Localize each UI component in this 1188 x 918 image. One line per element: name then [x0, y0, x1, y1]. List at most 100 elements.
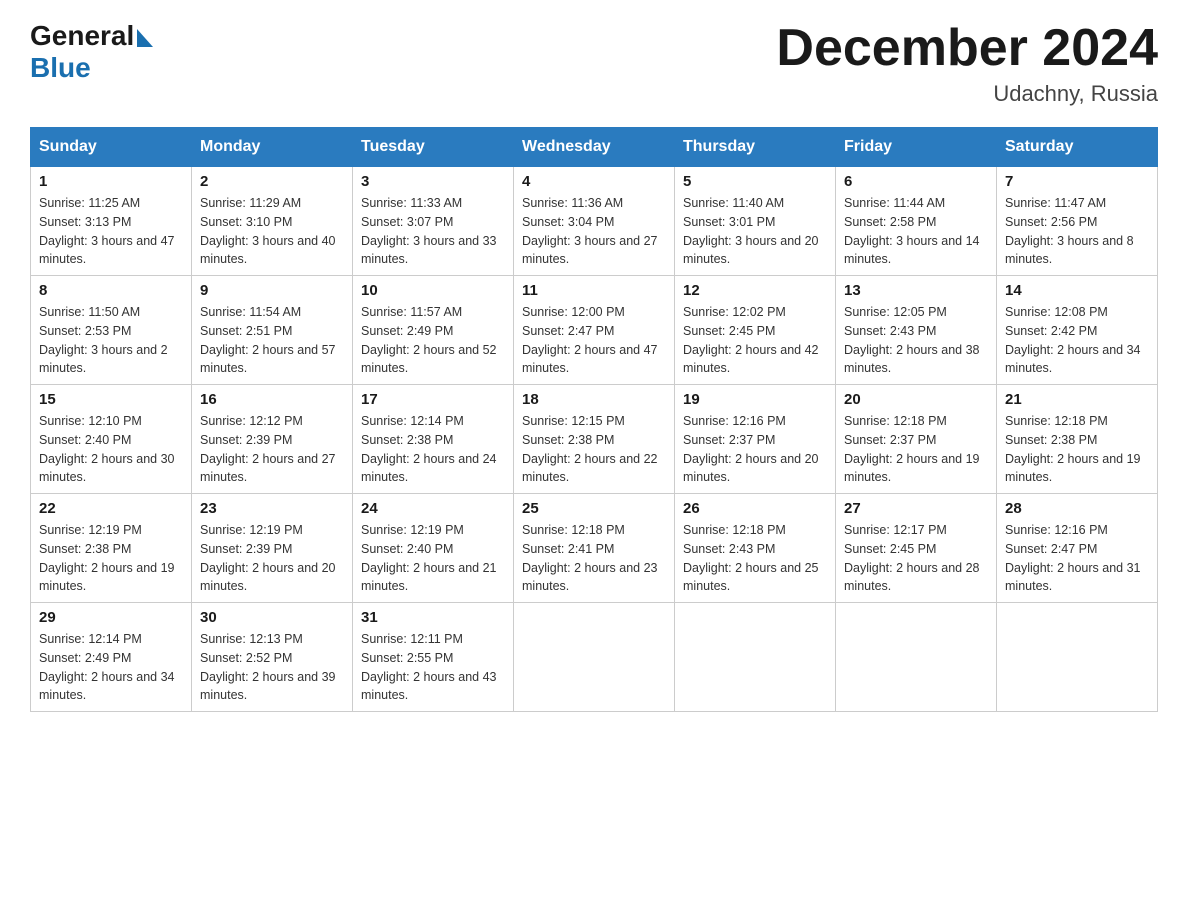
location-subtitle: Udachny, Russia: [776, 81, 1158, 107]
header-day-wednesday: Wednesday: [514, 128, 675, 167]
calendar-cell: 20 Sunrise: 12:18 PMSunset: 2:37 PMDaylig…: [836, 385, 997, 494]
calendar-cell: 4Sunrise: 11:36 AMSunset: 3:04 PMDayligh…: [514, 167, 675, 276]
calendar-cell: 12 Sunrise: 12:02 PMSunset: 2:45 PMDaylig…: [675, 276, 836, 385]
day-number: 1: [39, 173, 183, 190]
day-number: 19: [683, 391, 827, 408]
header-day-tuesday: Tuesday: [353, 128, 514, 167]
day-info: Sunrise: 12:12 PMSunset: 2:39 PMDaylight…: [200, 412, 344, 487]
calendar-cell: 17Sunrise: 12:14 PMSunset: 2:38 PMDaylig…: [353, 385, 514, 494]
day-info: Sunrise: 12:15 PMSunset: 2:38 PMDaylight…: [522, 412, 666, 487]
logo: General Blue: [30, 20, 153, 84]
calendar-cell: 31 Sunrise: 12:11 PMSunset: 2:55 PMDaylig…: [353, 603, 514, 712]
calendar-cell: [675, 603, 836, 712]
calendar-week-5: 29 Sunrise: 12:14 PMSunset: 2:49 PMDaylig…: [31, 603, 1158, 712]
header-day-thursday: Thursday: [675, 128, 836, 167]
day-number: 26: [683, 500, 827, 517]
calendar-cell: 30Sunrise: 12:13 PMSunset: 2:52 PMDaylig…: [192, 603, 353, 712]
calendar-cell: 24 Sunrise: 12:19 PMSunset: 2:40 PMDaylig…: [353, 494, 514, 603]
day-number: 5: [683, 173, 827, 190]
calendar-cell: 7 Sunrise: 11:47 AMSunset: 2:56 PMDayligh…: [997, 167, 1158, 276]
calendar-cell: 25 Sunrise: 12:18 PMSunset: 2:41 PMDaylig…: [514, 494, 675, 603]
day-info: Sunrise: 12:08 PMSunset: 2:42 PMDaylight…: [1005, 303, 1149, 378]
day-info: Sunrise: 12:18 PMSunset: 2:38 PMDaylight…: [1005, 412, 1149, 487]
day-number: 21: [1005, 391, 1149, 408]
day-info: Sunrise: 11:50 AMSunset: 2:53 PMDaylight…: [39, 303, 183, 378]
day-info: Sunrise: 11:40 AMSunset: 3:01 PMDaylight…: [683, 194, 827, 269]
day-info: Sunrise: 12:02 PMSunset: 2:45 PMDaylight…: [683, 303, 827, 378]
day-number: 11: [522, 282, 666, 299]
day-number: 23: [200, 500, 344, 517]
calendar-cell: 2Sunrise: 11:29 AMSunset: 3:10 PMDayligh…: [192, 167, 353, 276]
day-number: 16: [200, 391, 344, 408]
day-info: Sunrise: 12:18 PMSunset: 2:43 PMDaylight…: [683, 521, 827, 596]
day-info: Sunrise: 11:36 AMSunset: 3:04 PMDaylight…: [522, 194, 666, 269]
day-number: 29: [39, 609, 183, 626]
day-number: 15: [39, 391, 183, 408]
calendar-cell: 19 Sunrise: 12:16 PMSunset: 2:37 PMDaylig…: [675, 385, 836, 494]
day-number: 18: [522, 391, 666, 408]
calendar-cell: 13 Sunrise: 12:05 PMSunset: 2:43 PMDaylig…: [836, 276, 997, 385]
day-number: 13: [844, 282, 988, 299]
day-info: Sunrise: 12:00 PMSunset: 2:47 PMDaylight…: [522, 303, 666, 378]
calendar-cell: 23Sunrise: 12:19 PMSunset: 2:39 PMDaylig…: [192, 494, 353, 603]
header-day-sunday: Sunday: [31, 128, 192, 167]
day-number: 14: [1005, 282, 1149, 299]
day-info: Sunrise: 12:18 PMSunset: 2:37 PMDaylight…: [844, 412, 988, 487]
day-number: 24: [361, 500, 505, 517]
day-info: Sunrise: 12:05 PMSunset: 2:43 PMDaylight…: [844, 303, 988, 378]
day-info: Sunrise: 11:33 AMSunset: 3:07 PMDaylight…: [361, 194, 505, 269]
month-title: December 2024: [776, 20, 1158, 77]
day-number: 3: [361, 173, 505, 190]
calendar-cell: [514, 603, 675, 712]
calendar-week-3: 15 Sunrise: 12:10 PMSunset: 2:40 PMDaylig…: [31, 385, 1158, 494]
calendar-cell: 26 Sunrise: 12:18 PMSunset: 2:43 PMDaylig…: [675, 494, 836, 603]
calendar-table: SundayMondayTuesdayWednesdayThursdayFrid…: [30, 127, 1158, 712]
logo-general-text: General: [30, 20, 134, 51]
day-info: Sunrise: 12:11 PMSunset: 2:55 PMDaylight…: [361, 630, 505, 705]
calendar-cell: 16 Sunrise: 12:12 PMSunset: 2:39 PMDaylig…: [192, 385, 353, 494]
calendar-header: SundayMondayTuesdayWednesdayThursdayFrid…: [31, 128, 1158, 167]
calendar-body: 1 Sunrise: 11:25 AMSunset: 3:13 PMDayligh…: [31, 167, 1158, 712]
day-info: Sunrise: 12:13 PMSunset: 2:52 PMDaylight…: [200, 630, 344, 705]
calendar-week-2: 8 Sunrise: 11:50 AMSunset: 2:53 PMDayligh…: [31, 276, 1158, 385]
day-info: Sunrise: 12:16 PMSunset: 2:37 PMDaylight…: [683, 412, 827, 487]
title-section: December 2024 Udachny, Russia: [776, 20, 1158, 107]
calendar-cell: [997, 603, 1158, 712]
day-number: 17: [361, 391, 505, 408]
day-info: Sunrise: 11:54 AMSunset: 2:51 PMDaylight…: [200, 303, 344, 378]
header-row: SundayMondayTuesdayWednesdayThursdayFrid…: [31, 128, 1158, 167]
day-number: 25: [522, 500, 666, 517]
day-number: 31: [361, 609, 505, 626]
day-number: 7: [1005, 173, 1149, 190]
calendar-week-1: 1 Sunrise: 11:25 AMSunset: 3:13 PMDayligh…: [31, 167, 1158, 276]
day-number: 8: [39, 282, 183, 299]
day-number: 9: [200, 282, 344, 299]
day-number: 20: [844, 391, 988, 408]
day-info: Sunrise: 11:29 AMSunset: 3:10 PMDaylight…: [200, 194, 344, 269]
calendar-cell: 28Sunrise: 12:16 PMSunset: 2:47 PMDaylig…: [997, 494, 1158, 603]
day-info: Sunrise: 11:25 AMSunset: 3:13 PMDaylight…: [39, 194, 183, 269]
logo-arrow-icon: [137, 29, 153, 47]
day-info: Sunrise: 12:17 PMSunset: 2:45 PMDaylight…: [844, 521, 988, 596]
day-number: 6: [844, 173, 988, 190]
day-info: Sunrise: 11:44 AMSunset: 2:58 PMDaylight…: [844, 194, 988, 269]
day-number: 12: [683, 282, 827, 299]
calendar-cell: 1 Sunrise: 11:25 AMSunset: 3:13 PMDayligh…: [31, 167, 192, 276]
calendar-cell: 22Sunrise: 12:19 PMSunset: 2:38 PMDaylig…: [31, 494, 192, 603]
calendar-cell: 29 Sunrise: 12:14 PMSunset: 2:49 PMDaylig…: [31, 603, 192, 712]
day-info: Sunrise: 12:18 PMSunset: 2:41 PMDaylight…: [522, 521, 666, 596]
header-day-saturday: Saturday: [997, 128, 1158, 167]
calendar-cell: 15 Sunrise: 12:10 PMSunset: 2:40 PMDaylig…: [31, 385, 192, 494]
calendar-cell: 27 Sunrise: 12:17 PMSunset: 2:45 PMDaylig…: [836, 494, 997, 603]
day-info: Sunrise: 12:14 PMSunset: 2:49 PMDaylight…: [39, 630, 183, 705]
calendar-cell: 10Sunrise: 11:57 AMSunset: 2:49 PMDaylig…: [353, 276, 514, 385]
calendar-cell: 5 Sunrise: 11:40 AMSunset: 3:01 PMDayligh…: [675, 167, 836, 276]
header-day-friday: Friday: [836, 128, 997, 167]
calendar-cell: 6 Sunrise: 11:44 AMSunset: 2:58 PMDayligh…: [836, 167, 997, 276]
day-info: Sunrise: 12:10 PMSunset: 2:40 PMDaylight…: [39, 412, 183, 487]
calendar-cell: 21 Sunrise: 12:18 PMSunset: 2:38 PMDaylig…: [997, 385, 1158, 494]
day-info: Sunrise: 12:19 PMSunset: 2:40 PMDaylight…: [361, 521, 505, 596]
day-info: Sunrise: 11:47 AMSunset: 2:56 PMDaylight…: [1005, 194, 1149, 269]
calendar-cell: 18 Sunrise: 12:15 PMSunset: 2:38 PMDaylig…: [514, 385, 675, 494]
day-number: 27: [844, 500, 988, 517]
